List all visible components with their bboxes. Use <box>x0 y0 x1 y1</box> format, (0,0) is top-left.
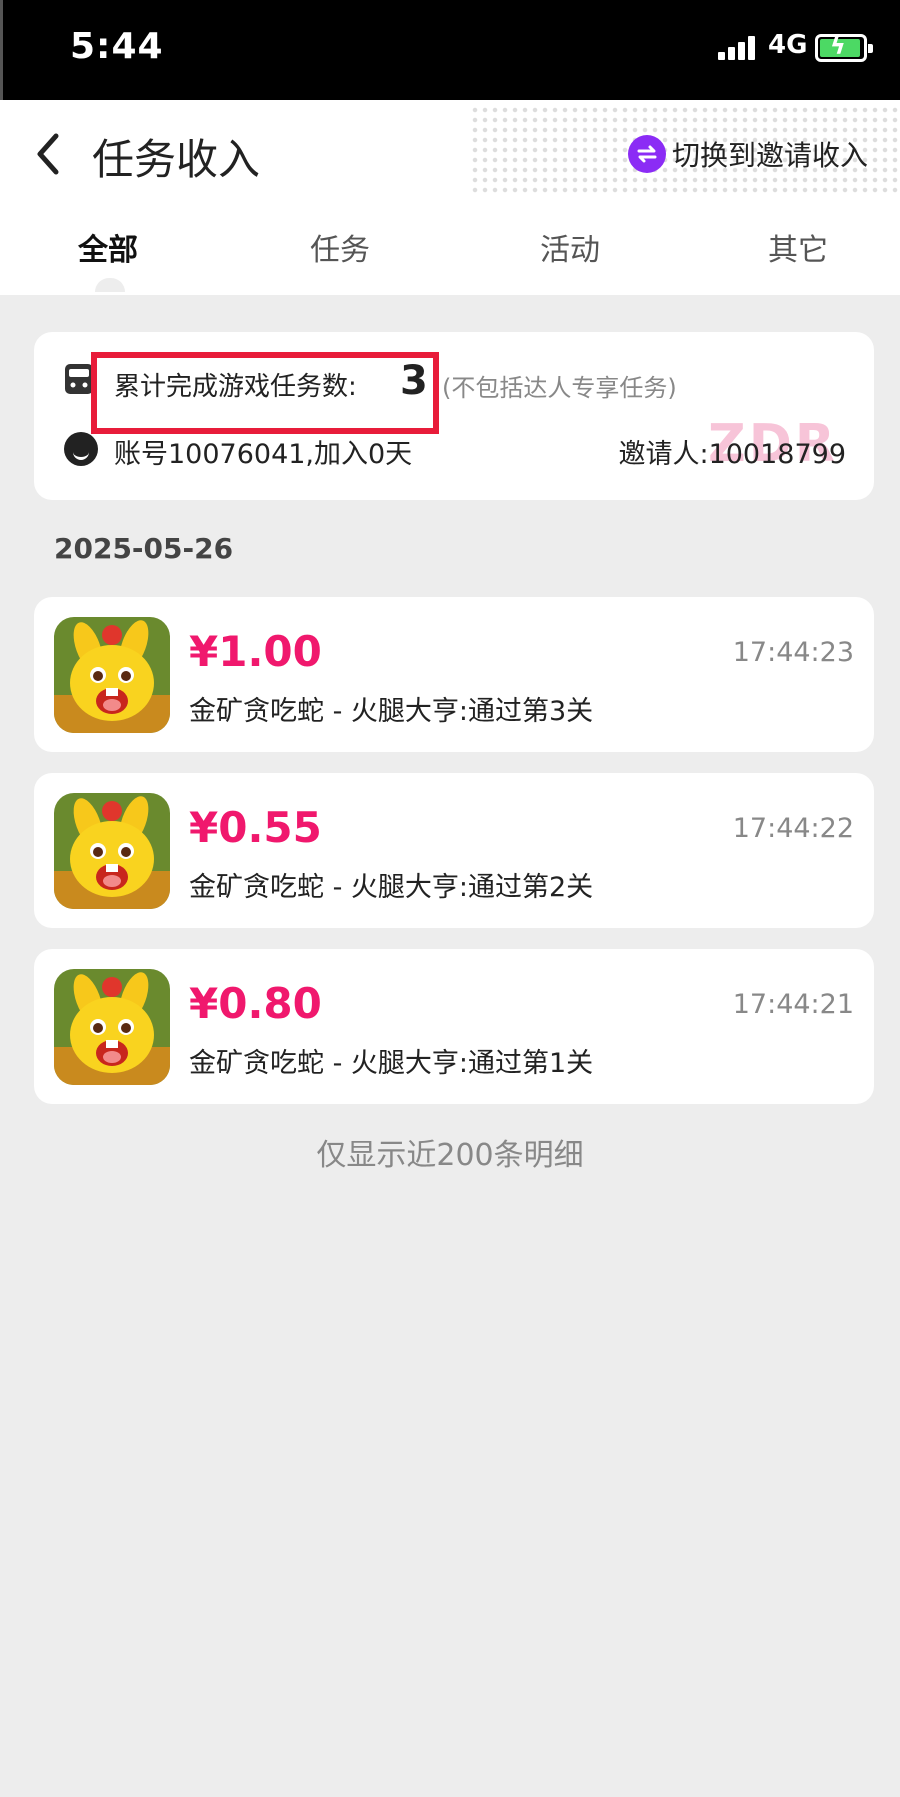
switch-income-button[interactable]: 切换到邀请收入 <box>628 134 868 174</box>
tab-others[interactable]: 其它 <box>768 225 828 269</box>
tab-bar: 全部 任务 活动 其它 <box>0 215 900 285</box>
gamepad-icon <box>64 362 94 396</box>
back-arrow-icon[interactable] <box>30 130 70 178</box>
income-description: 金矿贪吃蛇 - 火腿大亨:通过第2关 <box>189 872 594 903</box>
game-app-icon <box>54 969 170 1085</box>
status-bar: 5:44 4G ϟ <box>0 0 900 100</box>
status-time: 5:44 <box>70 26 164 67</box>
stats-card: 累计完成游戏任务数: 3 (不包括达人专享任务) 账号10076041,加入0天… <box>34 332 874 500</box>
income-description: 金矿贪吃蛇 - 火腿大亨:通过第1关 <box>189 1048 594 1079</box>
tab-tasks[interactable]: 任务 <box>310 225 370 269</box>
account-info: 账号10076041,加入0天 <box>114 439 413 470</box>
annotation-highlight-box <box>91 352 439 434</box>
income-time: 17:44:23 <box>732 637 854 668</box>
switch-income-label: 切换到邀请收入 <box>672 139 869 172</box>
network-type: 4G <box>768 30 808 60</box>
income-time: 17:44:22 <box>732 813 854 844</box>
date-header: 2025-05-26 <box>54 532 234 565</box>
swap-icon <box>628 135 666 173</box>
income-amount: ¥0.80 <box>189 979 322 1028</box>
list-item[interactable]: ¥1.00 17:44:23 金矿贪吃蛇 - 火腿大亨:通过第3关 <box>34 597 874 752</box>
list-item[interactable]: ¥0.80 17:44:21 金矿贪吃蛇 - 火腿大亨:通过第1关 <box>34 949 874 1104</box>
income-amount: ¥1.00 <box>189 627 322 676</box>
page-title: 任务收入 <box>92 135 261 184</box>
tab-activities[interactable]: 活动 <box>540 225 600 269</box>
income-time: 17:44:21 <box>732 989 854 1020</box>
income-amount: ¥0.55 <box>189 803 322 852</box>
completed-tasks-note: (不包括达人专享任务) <box>442 374 677 402</box>
smiley-icon <box>64 432 98 466</box>
income-description: 金矿贪吃蛇 - 火腿大亨:通过第3关 <box>189 696 594 727</box>
tab-all[interactable]: 全部 <box>78 225 138 269</box>
footer-note: 仅显示近200条明细 <box>316 1138 584 1173</box>
signal-icon <box>718 36 756 60</box>
battery-icon: ϟ <box>815 32 873 62</box>
game-app-icon <box>54 793 170 909</box>
game-app-icon <box>54 617 170 733</box>
inviter-info: 邀请人:10018799 <box>618 439 846 470</box>
screen-edge <box>0 0 8 100</box>
list-item[interactable]: ¥0.55 17:44:22 金矿贪吃蛇 - 火腿大亨:通过第2关 <box>34 773 874 928</box>
